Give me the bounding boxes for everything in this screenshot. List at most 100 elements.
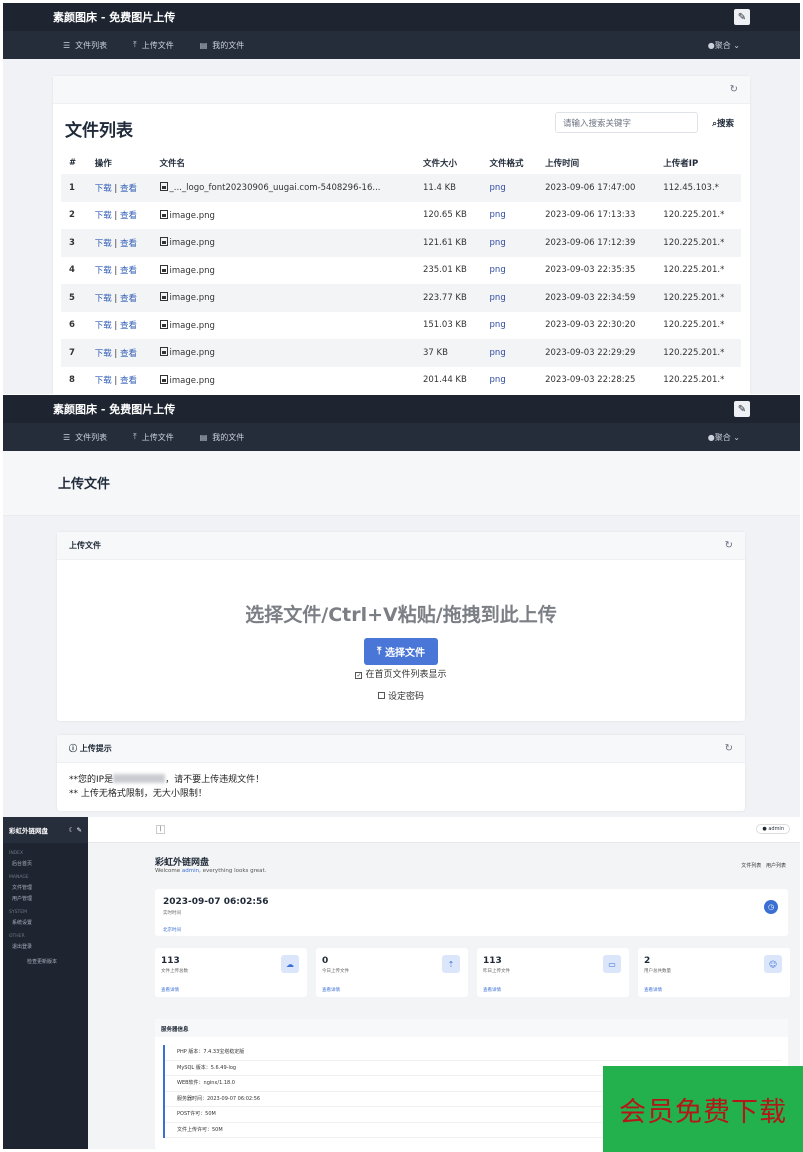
view-link[interactable]: 查看: [120, 239, 137, 249]
table-row: 7 下载 | 查看 image.png 37 KB png 2023-09-03 22:2…: [61, 339, 741, 367]
row-actions: 下载 | 查看: [94, 211, 138, 222]
stat-value: 0: [322, 956, 329, 966]
stat-card-today: 0 今日上传文件 查看详情 ⇡: [316, 948, 468, 997]
row-number: 3: [61, 229, 87, 257]
stat-card-total: 113 文件上传总数 查看详情 ☁: [155, 948, 307, 997]
row-size: 151.03 KB: [422, 320, 467, 331]
inbox-icon: ▭: [603, 955, 621, 973]
image-file-icon: [159, 264, 168, 274]
file-table: # 操作 文件名 文件大小 文件格式 上传时间 上传者IP 1 下载 | 查看 _.…: [61, 152, 741, 394]
view-link[interactable]: 查看: [120, 321, 137, 331]
row-time: 2023-09-06 17:12:39: [537, 229, 656, 257]
col-actions: 操作: [94, 159, 112, 169]
row-format: png: [489, 265, 506, 276]
download-link[interactable]: 下载: [95, 294, 112, 304]
search-input[interactable]: 请输入搜索关键字: [555, 112, 698, 133]
file-list-screenshot: 素颜图床 - 免费图片上传 ✎ ☰ 文件列表 ⤒ 上传文件 ▤ 我的文件 ●聚合 ⌄ …: [3, 3, 800, 394]
row-filename: image.png: [151, 339, 415, 367]
col-filename: 文件名: [159, 159, 186, 169]
row-format: png: [481, 229, 538, 257]
moon-icon[interactable]: ☾ ✎: [68, 826, 82, 834]
view-link[interactable]: 查看: [120, 376, 137, 386]
view-link[interactable]: 查看: [120, 266, 137, 276]
choose-file-button[interactable]: ⤒ 选择文件: [364, 638, 438, 665]
brand-title[interactable]: 素颜图床 - 免费图片上传: [53, 9, 175, 25]
search-button[interactable]: ⌕搜索: [712, 117, 734, 129]
nav-my-files[interactable]: ▤ 我的文件: [200, 432, 245, 443]
link-users[interactable]: 用户列表: [766, 863, 786, 869]
menu-toggle-icon[interactable]: |: [156, 825, 165, 834]
nav-file-list[interactable]: ☰ 文件列表: [63, 432, 107, 443]
row-number: 5: [61, 284, 87, 312]
row-ip: 120.225.201.*: [655, 284, 741, 312]
view-link[interactable]: 查看: [120, 184, 137, 194]
image-file-icon: [159, 209, 168, 219]
row-number: 6: [69, 320, 75, 331]
user-menu[interactable]: ●聚合 ⌄: [708, 40, 740, 51]
row-ip: 120.225.201.*: [663, 375, 725, 386]
stat-detail-link[interactable]: 查看详情: [161, 987, 179, 993]
stat-detail-link[interactable]: 查看详情: [644, 987, 662, 993]
nav-file-list[interactable]: ☰ 文件列表: [63, 40, 107, 51]
user-icon: ●: [707, 432, 715, 442]
show-in-list-checkbox[interactable]: ✓ 在首页文件列表显示: [57, 667, 745, 680]
stat-detail-link[interactable]: 查看详情: [322, 987, 340, 993]
sidebar-item-update[interactable]: 检查更新版本: [3, 954, 88, 965]
download-link[interactable]: 下载: [95, 266, 112, 276]
sidebar-item-settings[interactable]: 系统设置: [3, 915, 88, 926]
row-time: 2023-09-06 17:13:33: [545, 210, 636, 221]
refresh-icon[interactable]: ↻: [725, 540, 733, 551]
page-title: 文件列表: [65, 121, 133, 141]
download-link[interactable]: 下载: [95, 349, 112, 359]
view-link[interactable]: 查看: [120, 349, 137, 359]
download-link[interactable]: 下载: [95, 184, 112, 194]
row-size: 121.61 KB: [414, 229, 482, 257]
row-format: png: [489, 320, 506, 331]
top-navbar: 素颜图床 - 免费图片上传 ✎: [3, 395, 800, 423]
refresh-icon[interactable]: ↻: [730, 84, 738, 95]
users-icon: ☺: [764, 955, 782, 973]
checkbox-empty-icon: [377, 692, 385, 699]
card-toolbar: ↻: [53, 76, 750, 104]
file-list-card: ↻ 文件列表 请输入搜索关键字 ⌕搜索 # 操作 文件名 文件大小 文件格式 上…: [53, 76, 750, 394]
theme-brush-icon[interactable]: ✎: [734, 401, 750, 417]
list-icon: ☰: [63, 40, 71, 50]
refresh-icon[interactable]: ↻: [725, 743, 733, 754]
sidebar-item-users[interactable]: 用户管理: [3, 891, 88, 902]
sidebar: 彩虹外链网盘 ☾ ✎ INDEX 后台首页 MANAGE 文件管理 用户管理 SY…: [3, 817, 88, 1149]
row-number: 2: [69, 210, 75, 221]
row-time: 2023-09-03 22:30:20: [545, 320, 636, 331]
sidebar-item-logout[interactable]: 退出登录: [3, 939, 88, 950]
sub-navbar: ☰ 文件列表 ⤒ 上传文件 ▤ 我的文件 ●聚合 ⌄: [3, 31, 800, 59]
row-actions: 下载 | 查看: [86, 284, 152, 312]
download-link[interactable]: 下载: [95, 321, 112, 331]
admin-topbar: | ● admin: [88, 817, 800, 843]
nav-upload[interactable]: ⤒ 上传文件: [133, 40, 174, 51]
set-password-checkbox[interactable]: 设定密码: [57, 689, 745, 702]
nav-upload[interactable]: ⤒ 上传文件: [133, 432, 174, 443]
admin-user-menu[interactable]: ● admin: [756, 824, 790, 834]
upload-tips-card: ⓘ 上传提示 ↻ **您的IP是 ，请不要上传违规文件！ ** 上传无格式限制，无大…: [57, 735, 745, 811]
user-menu[interactable]: ●聚合 ⌄: [708, 432, 740, 443]
link-files[interactable]: 文件列表: [741, 863, 761, 869]
nav-my-files[interactable]: ▤ 我的文件: [200, 40, 245, 51]
stat-detail-link[interactable]: 查看详情: [483, 987, 501, 993]
theme-brush-icon[interactable]: ✎: [734, 9, 750, 25]
row-format: png: [481, 284, 538, 312]
row-size: 120.65 KB: [422, 210, 467, 221]
view-link[interactable]: 查看: [120, 294, 137, 304]
table-row: 1 下载 | 查看 _..._logo_font20230906_uugai.com…: [61, 174, 741, 202]
view-link[interactable]: 查看: [120, 211, 137, 221]
drop-zone-text[interactable]: 选择文件/Ctrl+V粘贴/拖拽到此上传: [57, 600, 745, 627]
chevron-down-icon: ⌄: [730, 432, 740, 442]
brand-title[interactable]: 素颜图床 - 免费图片上传: [53, 401, 175, 417]
download-link[interactable]: 下载: [95, 376, 112, 386]
tips-body: **您的IP是 ，请不要上传违规文件！ ** 上传无格式限制，无大小限制！: [69, 774, 265, 799]
sidebar-item-home[interactable]: 后台首页: [3, 856, 88, 867]
download-link[interactable]: 下载: [95, 211, 112, 221]
download-link[interactable]: 下载: [95, 239, 112, 249]
sidebar-item-files[interactable]: 文件管理: [3, 880, 88, 891]
list-icon: ☰: [63, 432, 71, 442]
stat-card-yesterday: 113 昨日上传文件 查看详情 ▭: [477, 948, 629, 997]
row-ip: 120.225.201.*: [663, 265, 725, 276]
